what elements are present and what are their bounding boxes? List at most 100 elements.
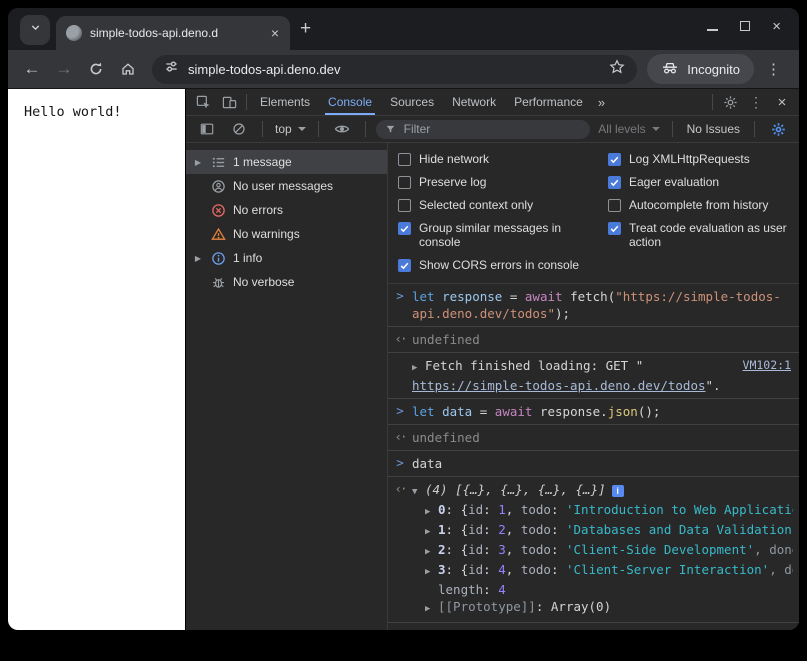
- console-token: :: [551, 562, 566, 577]
- console-token: todo: [521, 502, 551, 517]
- devtools-tab-console[interactable]: Console: [319, 89, 381, 115]
- home-button[interactable]: [114, 55, 142, 83]
- devtools-tabs: ElementsConsoleSourcesNetworkPerformance: [251, 89, 592, 115]
- console-token: undefined: [412, 430, 480, 445]
- info-badge-icon[interactable]: i: [612, 485, 624, 497]
- maximize-button[interactable]: [740, 18, 750, 36]
- devtools-tab-network[interactable]: Network: [443, 89, 505, 115]
- checkbox-checked-icon[interactable]: [398, 259, 411, 272]
- expander-triangle-icon[interactable]: ▶: [425, 564, 438, 581]
- expander-triangle-icon[interactable]: ▶: [412, 360, 425, 377]
- array-item-row[interactable]: ▶3: {id: 4, todo: 'Client-Server Interac…: [412, 561, 793, 581]
- devtools-tab-elements[interactable]: Elements: [251, 89, 319, 115]
- expander-triangle-icon[interactable]: ▶: [425, 504, 438, 521]
- tab-close-icon[interactable]: ×: [268, 25, 282, 41]
- new-tab-button[interactable]: +: [300, 18, 311, 40]
- source-location-link[interactable]: VM102:1: [743, 358, 791, 372]
- checkbox-checked-icon[interactable]: [398, 222, 411, 235]
- clear-console-button[interactable]: [226, 116, 252, 142]
- array-prototype-row[interactable]: ▶[[Prototype]]: Array(0): [412, 598, 793, 618]
- checkbox-checked-icon[interactable]: [608, 153, 621, 166]
- console-entry-input[interactable]: >data: [388, 451, 799, 477]
- expander-triangle-icon[interactable]: ▶: [425, 544, 438, 561]
- browser-menu-button[interactable]: ⋮: [758, 60, 789, 78]
- log-levels-dropdown[interactable]: All levels: [596, 122, 661, 136]
- devtools-tab-performance[interactable]: Performance: [505, 89, 592, 115]
- gear-icon-active: [771, 122, 786, 137]
- browser-window: simple-todos-api.deno.d × + × ← →: [8, 8, 799, 630]
- inspect-element-button[interactable]: [190, 89, 216, 115]
- expander-triangle-icon[interactable]: ▶: [425, 601, 438, 618]
- divider: [246, 94, 247, 110]
- checkbox-unchecked-icon[interactable]: [398, 199, 411, 212]
- setting-selected-context-only[interactable]: Selected context only: [398, 198, 584, 212]
- setting-group-similar-messages-in-console[interactable]: Group similar messages in console: [398, 221, 584, 249]
- console-entry-prompt[interactable]: >: [388, 623, 799, 630]
- devtools-tab-sources[interactable]: Sources: [381, 89, 443, 115]
- setting-preserve-log[interactable]: Preserve log: [398, 175, 584, 189]
- sidebar-item-label: 1 message: [233, 155, 292, 169]
- sidebar-item-no-user-messages[interactable]: No user messages: [186, 174, 387, 198]
- checkbox-checked-icon[interactable]: [608, 176, 621, 189]
- expander-triangle-icon[interactable]: ▶: [193, 254, 203, 263]
- url-text[interactable]: simple-todos-api.deno.dev: [188, 62, 600, 77]
- setting-label: Autocomplete from history: [629, 198, 768, 212]
- setting-autocomplete-from-history[interactable]: Autocomplete from history: [608, 198, 789, 212]
- sidebar-item-no-warnings[interactable]: No warnings: [186, 222, 387, 246]
- console-input-line[interactable]: [412, 629, 793, 630]
- array-item-row[interactable]: ▶0: {id: 1, todo: 'Introduction to Web A…: [412, 501, 793, 521]
- devtools-close-button[interactable]: ×: [769, 89, 795, 115]
- array-item-row[interactable]: ▶1: {id: 2, todo: 'Databases and Data Va…: [412, 521, 793, 541]
- console-token: data: [412, 456, 442, 471]
- console-entry-input[interactable]: >let response = await fetch("https://sim…: [388, 284, 799, 327]
- console-entry-input[interactable]: >let data = await response.json();: [388, 399, 799, 425]
- setting-eager-evaluation[interactable]: Eager evaluation: [608, 175, 789, 189]
- console-settings-button[interactable]: [765, 116, 791, 142]
- checkbox-unchecked-icon[interactable]: [398, 153, 411, 166]
- live-expression-button[interactable]: [329, 116, 355, 142]
- console-entry-result: ‹·undefined: [388, 425, 799, 451]
- sidebar-item-no-verbose[interactable]: No verbose: [186, 270, 387, 294]
- expander-triangle-icon[interactable]: ▶: [193, 158, 203, 167]
- devtools-menu-button[interactable]: ⋮: [743, 89, 769, 115]
- incognito-label: Incognito: [687, 62, 740, 77]
- device-toolbar-button[interactable]: [216, 89, 242, 115]
- bookmark-star-icon[interactable]: [609, 59, 625, 80]
- filter-input[interactable]: [402, 121, 582, 137]
- console-link[interactable]: https://simple-todos-api.deno.dev/todos: [412, 378, 706, 393]
- forward-button[interactable]: →: [50, 55, 78, 83]
- console-sidebar-toggle-button[interactable]: [194, 116, 220, 142]
- checkbox-checked-icon[interactable]: [608, 222, 621, 235]
- console-filter[interactable]: [376, 120, 591, 139]
- divider: [672, 121, 673, 137]
- array-item-row[interactable]: ▶2: {id: 3, todo: 'Client-Side Developme…: [412, 541, 793, 561]
- setting-log-xmlhttprequests[interactable]: Log XMLHttpRequests: [608, 152, 789, 166]
- array-preview-line[interactable]: ▼(4) [{…}, {…}, {…}, {…}]i: [412, 481, 793, 501]
- setting-hide-network[interactable]: Hide network: [398, 152, 584, 166]
- minimize-button[interactable]: [707, 18, 718, 36]
- site-info-icon[interactable]: [164, 59, 179, 79]
- reload-button[interactable]: [82, 55, 110, 83]
- setting-label: Eager evaluation: [629, 175, 719, 189]
- expander-triangle-icon[interactable]: ▼: [412, 484, 425, 501]
- context-selector[interactable]: top: [273, 122, 308, 136]
- sidebar-item-1-message[interactable]: ▶ 1 message: [186, 150, 387, 174]
- console-token: :: [483, 562, 498, 577]
- issues-counter[interactable]: No Issues: [683, 122, 744, 136]
- more-tabs-button[interactable]: »: [592, 95, 611, 110]
- checkbox-unchecked-icon[interactable]: [398, 176, 411, 189]
- console-token: :: [483, 522, 498, 537]
- back-button[interactable]: ←: [18, 55, 46, 83]
- checkbox-unchecked-icon[interactable]: [608, 199, 621, 212]
- sidebar-item-no-errors[interactable]: No errors: [186, 198, 387, 222]
- browser-tab[interactable]: simple-todos-api.deno.d ×: [56, 16, 290, 50]
- console-token: todo: [521, 562, 551, 577]
- sidebar-item-1-info[interactable]: ▶1 info: [186, 246, 387, 270]
- setting-show-cors-errors-in-console[interactable]: Show CORS errors in console: [398, 258, 584, 272]
- devtools-settings-button[interactable]: [717, 89, 743, 115]
- expander-triangle-icon[interactable]: ▶: [425, 524, 438, 541]
- tab-search-button[interactable]: [20, 15, 50, 45]
- window-close-button[interactable]: ×: [772, 22, 781, 32]
- url-bar[interactable]: simple-todos-api.deno.dev: [152, 55, 637, 84]
- setting-treat-code-evaluation-as-user-action[interactable]: Treat code evaluation as user action: [608, 221, 789, 249]
